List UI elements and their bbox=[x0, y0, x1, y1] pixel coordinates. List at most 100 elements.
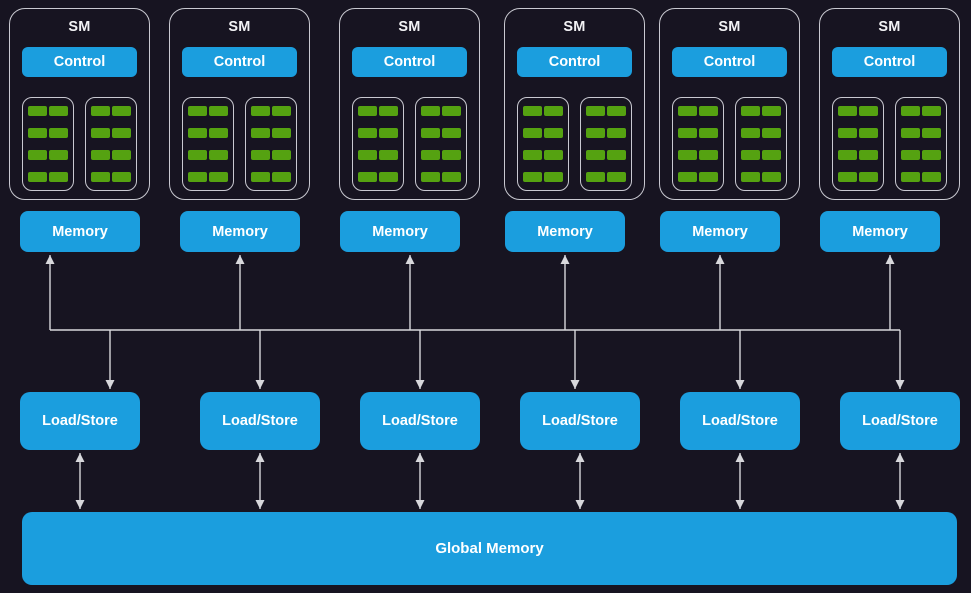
sm-title: SM bbox=[228, 19, 251, 35]
memory-block[interactable]: Memory bbox=[505, 211, 625, 252]
loadstore-block[interactable]: Load/Store bbox=[520, 392, 640, 450]
core-cell bbox=[188, 150, 207, 160]
sm-card[interactable]: SM Control bbox=[9, 8, 150, 200]
core-cell bbox=[421, 128, 440, 138]
memory-block[interactable]: Memory bbox=[340, 211, 460, 252]
core-cell bbox=[607, 150, 626, 160]
memory-block[interactable]: Memory bbox=[820, 211, 940, 252]
core-row bbox=[251, 128, 291, 138]
core-cell bbox=[251, 172, 270, 182]
loadstore-block[interactable]: Load/Store bbox=[840, 392, 960, 450]
core-group bbox=[22, 97, 74, 191]
core-cell bbox=[838, 150, 857, 160]
core-cell bbox=[762, 172, 781, 182]
core-cell bbox=[188, 128, 207, 138]
core-cell bbox=[859, 172, 878, 182]
core-cell bbox=[544, 150, 563, 160]
core-cell bbox=[544, 106, 563, 116]
sm-card[interactable]: SM Control bbox=[169, 8, 310, 200]
core-cell bbox=[28, 106, 47, 116]
core-cell bbox=[607, 172, 626, 182]
sm-title: SM bbox=[878, 19, 901, 35]
control-block[interactable]: Control bbox=[352, 47, 467, 77]
core-cell bbox=[91, 172, 110, 182]
core-groups bbox=[352, 97, 467, 191]
sm-title: SM bbox=[718, 19, 741, 35]
core-cell bbox=[49, 128, 68, 138]
sm-title: SM bbox=[68, 19, 91, 35]
core-groups bbox=[22, 97, 137, 191]
loadstore-block[interactable]: Load/Store bbox=[680, 392, 800, 450]
core-cell bbox=[922, 128, 941, 138]
core-row bbox=[523, 150, 563, 160]
core-groups bbox=[832, 97, 947, 191]
memory-block[interactable]: Memory bbox=[20, 211, 140, 252]
core-cell bbox=[28, 128, 47, 138]
core-row bbox=[741, 150, 781, 160]
core-row bbox=[91, 150, 131, 160]
sm-title: SM bbox=[398, 19, 421, 35]
core-row bbox=[91, 172, 131, 182]
core-cell bbox=[678, 172, 697, 182]
core-row bbox=[358, 128, 398, 138]
core-cell bbox=[379, 106, 398, 116]
control-block[interactable]: Control bbox=[22, 47, 137, 77]
core-cell bbox=[699, 106, 718, 116]
core-row bbox=[421, 150, 461, 160]
core-cell bbox=[586, 172, 605, 182]
core-row bbox=[28, 172, 68, 182]
core-row bbox=[901, 150, 941, 160]
loadstore-block[interactable]: Load/Store bbox=[20, 392, 140, 450]
sm-card[interactable]: SM Control bbox=[339, 8, 480, 200]
core-cell bbox=[442, 106, 461, 116]
core-row bbox=[678, 128, 718, 138]
core-cell bbox=[901, 106, 920, 116]
core-cell bbox=[607, 106, 626, 116]
core-row bbox=[251, 172, 291, 182]
memory-block[interactable]: Memory bbox=[180, 211, 300, 252]
core-cell bbox=[922, 150, 941, 160]
core-cell bbox=[699, 128, 718, 138]
core-cell bbox=[91, 128, 110, 138]
core-group bbox=[182, 97, 234, 191]
core-row bbox=[188, 128, 228, 138]
core-cell bbox=[112, 128, 131, 138]
global-memory-block[interactable]: Global Memory bbox=[22, 512, 957, 585]
core-cell bbox=[49, 172, 68, 182]
core-cell bbox=[586, 106, 605, 116]
loadstore-block[interactable]: Load/Store bbox=[200, 392, 320, 450]
core-cell bbox=[91, 150, 110, 160]
core-row bbox=[421, 128, 461, 138]
sm-card[interactable]: SM Control bbox=[504, 8, 645, 200]
sm-card[interactable]: SM Control bbox=[819, 8, 960, 200]
core-cell bbox=[91, 106, 110, 116]
loadstore-block[interactable]: Load/Store bbox=[360, 392, 480, 450]
control-block[interactable]: Control bbox=[832, 47, 947, 77]
core-group bbox=[245, 97, 297, 191]
control-block[interactable]: Control bbox=[517, 47, 632, 77]
core-group bbox=[580, 97, 632, 191]
core-cell bbox=[838, 106, 857, 116]
core-cell bbox=[272, 150, 291, 160]
core-group bbox=[517, 97, 569, 191]
core-cell bbox=[922, 172, 941, 182]
memory-block[interactable]: Memory bbox=[660, 211, 780, 252]
core-row bbox=[901, 172, 941, 182]
core-cell bbox=[442, 150, 461, 160]
core-cell bbox=[272, 106, 291, 116]
core-row bbox=[188, 150, 228, 160]
control-block[interactable]: Control bbox=[182, 47, 297, 77]
core-row bbox=[586, 106, 626, 116]
core-cell bbox=[28, 172, 47, 182]
core-row bbox=[91, 128, 131, 138]
core-cell bbox=[523, 128, 542, 138]
core-row bbox=[838, 172, 878, 182]
core-cell bbox=[762, 128, 781, 138]
control-block[interactable]: Control bbox=[672, 47, 787, 77]
core-cell bbox=[49, 150, 68, 160]
core-group bbox=[832, 97, 884, 191]
core-cell bbox=[272, 128, 291, 138]
core-cell bbox=[209, 106, 228, 116]
core-row bbox=[523, 128, 563, 138]
sm-card[interactable]: SM Control bbox=[659, 8, 800, 200]
